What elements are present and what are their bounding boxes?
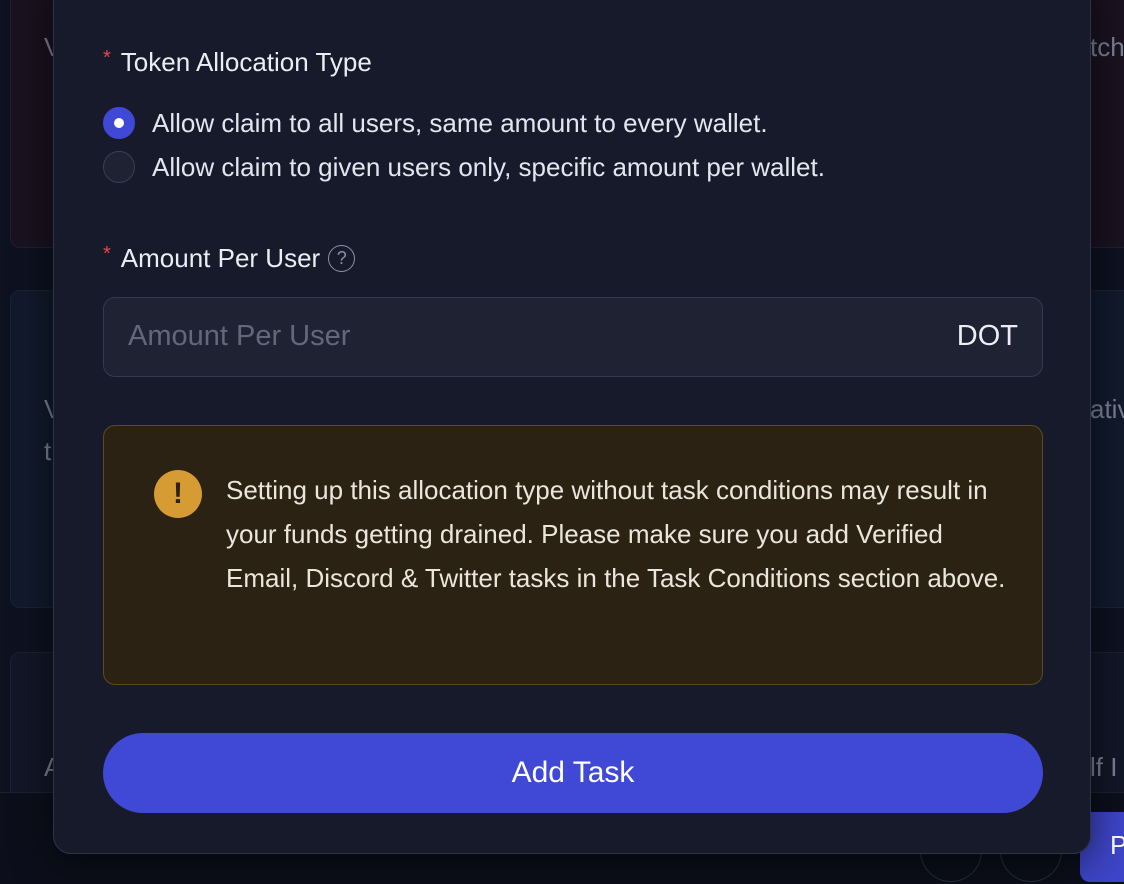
radio-unchecked-icon[interactable] [103,151,135,183]
allocation-type-label: * Token Allocation Type [103,47,372,78]
radio-checked-icon[interactable] [103,107,135,139]
allocation-option-given-users[interactable]: Allow claim to given users only, specifi… [103,151,825,183]
background-text-fragment: t [44,436,52,466]
required-marker: * [103,47,111,69]
allocation-warning-alert: ! Setting up this allocation type withou… [103,425,1043,685]
amount-input-wrapper: DOT [103,297,1043,377]
allocation-option-label: Allow claim to given users only, specifi… [152,151,825,182]
required-marker: * [103,243,111,265]
allocation-type-label-text: Token Allocation Type [120,47,372,77]
allocation-option-label: Allow claim to all users, same amount to… [152,107,768,138]
background-text-fragment: tch [1090,32,1124,62]
background-text-fragment: lf I [1090,752,1118,782]
help-icon[interactable]: ? [328,245,356,272]
background-text-fragment: ativ [1090,394,1124,424]
allocation-option-all-users[interactable]: Allow claim to all users, same amount to… [103,107,768,139]
warning-message: Setting up this allocation type without … [226,475,1006,593]
add-task-modal: * Token Allocation Type Allow claim to a… [53,0,1091,854]
amount-per-user-label: * Amount Per User ? [103,243,356,274]
add-task-button[interactable]: Add Task [103,733,1043,813]
amount-per-user-input[interactable] [104,298,924,375]
exclamation-icon: ! [154,470,202,518]
amount-unit-suffix: DOT [956,320,1018,352]
amount-per-user-label-text: Amount Per User [120,243,321,273]
